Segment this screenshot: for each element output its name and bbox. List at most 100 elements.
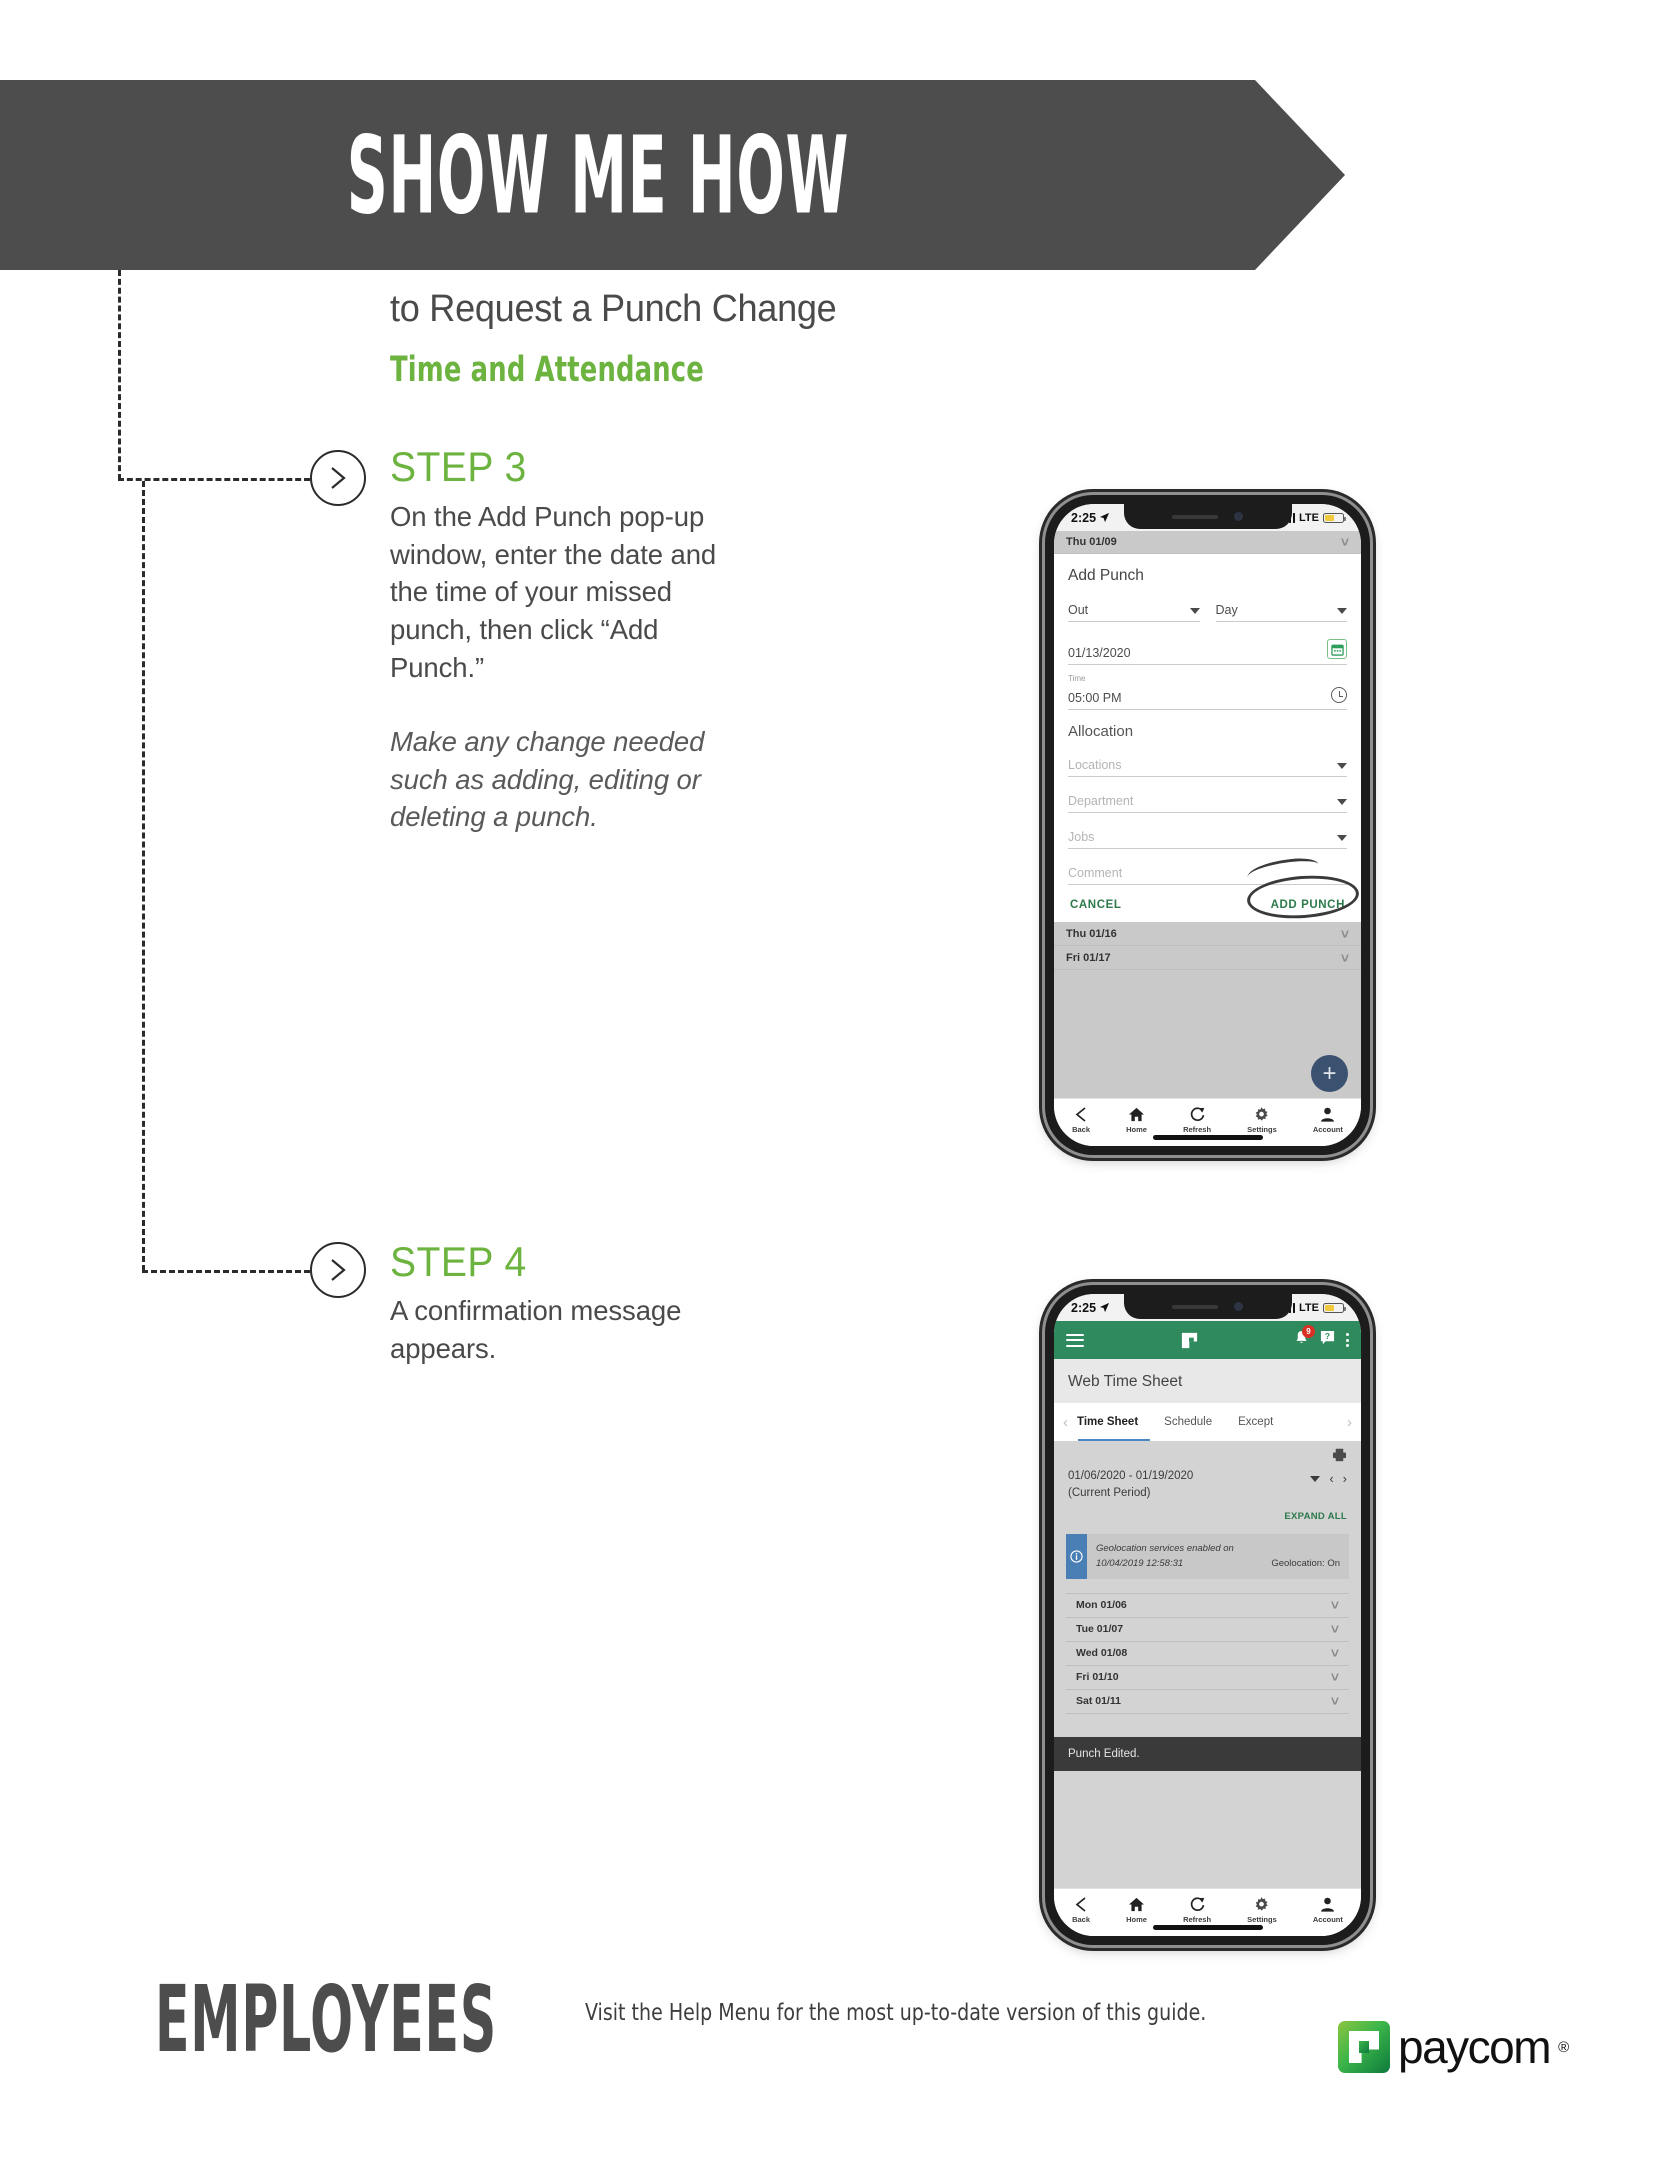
period-dropdown-icon[interactable] (1310, 1475, 1321, 1482)
chevron-left-icon (1075, 1106, 1086, 1122)
chevron-right-icon (331, 1259, 346, 1281)
day-row[interactable]: Fri 01/17 ˅ (1054, 946, 1361, 970)
tab-settings[interactable]: Settings (1247, 1896, 1277, 1924)
time-sheet-body: 01/06/2020 - 01/19/2020 (Current Period)… (1054, 1441, 1361, 1888)
phone-notch (1123, 504, 1292, 529)
allocation-section-title: Allocation (1068, 723, 1134, 740)
comment-placeholder: Comment (1068, 866, 1123, 880)
cancel-button[interactable]: CANCEL (1070, 899, 1122, 911)
tab-refresh[interactable]: Refresh (1183, 1106, 1211, 1134)
clock-icon[interactable] (1331, 687, 1347, 703)
chevron-down-icon: ˅ (1330, 1645, 1339, 1662)
paycom-logo: paycom ® (1338, 2020, 1569, 2074)
department-placeholder: Department (1068, 794, 1134, 808)
tab-back[interactable]: Back (1072, 1896, 1090, 1924)
time-value: 05:00 PM (1068, 691, 1122, 705)
front-camera-icon (1234, 1302, 1243, 1311)
tab-schedule[interactable]: Schedule (1164, 1416, 1212, 1428)
time-field-label: Time (1068, 674, 1086, 683)
day-row[interactable]: Wed 01/08 ˅ (1066, 1641, 1349, 1666)
audience-label: EMPLOYEES (155, 1965, 498, 2073)
period-prev-icon[interactable]: ‹ (1329, 1471, 1333, 1486)
hamburger-menu-icon[interactable] (1066, 1333, 1084, 1347)
add-punch-dialog: Add Punch Out Day 01/13/2020 Time 05:00 … (1054, 554, 1361, 922)
registered-trademark-symbol: ® (1558, 2038, 1570, 2056)
location-arrow-icon (1099, 512, 1110, 523)
locations-select[interactable]: Locations (1068, 754, 1347, 777)
front-camera-icon (1234, 512, 1243, 521)
day-label: Thu 01/16 (1066, 927, 1117, 940)
banner-title: SHOW ME HOW (346, 112, 849, 238)
page-title: Web Time Sheet (1068, 1373, 1183, 1390)
day-rows-list: Mon 01/06 ˅ Tue 01/07 ˅ Wed 01/08 ˅ Fri … (1066, 1592, 1349, 1714)
connector-line-vertical-middle (142, 481, 145, 1271)
earpiece-speaker (1172, 1304, 1218, 1309)
pay-period-note: (Current Period) (1068, 1486, 1151, 1499)
tab-exceptions[interactable]: Except (1238, 1416, 1273, 1428)
paycom-mark-icon (1338, 2021, 1390, 2073)
tab-settings[interactable]: Settings (1247, 1106, 1277, 1134)
confirmation-toast: Punch Edited. (1054, 1737, 1361, 1771)
date-field[interactable]: 01/13/2020 (1068, 635, 1347, 665)
chevron-down-icon (1337, 799, 1347, 805)
expand-all-button[interactable]: EXPAND ALL (1054, 1501, 1361, 1522)
connector-line-horizontal-step3 (118, 478, 310, 481)
jobs-select[interactable]: Jobs (1068, 826, 1347, 849)
calendar-icon (1330, 644, 1344, 656)
punch-type-value: Out (1068, 603, 1089, 617)
connector-line-vertical-top (118, 270, 121, 480)
tab-label: Home (1126, 1124, 1147, 1134)
earpiece-speaker (1172, 514, 1218, 519)
tab-back[interactable]: Back (1072, 1106, 1090, 1134)
tabs-next-icon[interactable]: › (1344, 1414, 1355, 1431)
punch-type-select[interactable]: Out (1068, 599, 1200, 622)
paycom-logo-icon (1180, 1331, 1199, 1350)
chevron-down-icon: ˅ (1340, 949, 1349, 966)
carrier-label: LTE (1299, 511, 1319, 524)
background-day-row[interactable]: Thu 01/09 ˅ (1054, 531, 1361, 554)
tab-home[interactable]: Home (1126, 1106, 1147, 1134)
battery-icon (1323, 1302, 1346, 1313)
person-icon (1321, 1897, 1335, 1912)
step-3-heading: STEP 3 (390, 443, 527, 490)
tab-time-sheet[interactable]: Time Sheet (1077, 1416, 1138, 1428)
tab-account[interactable]: Account (1313, 1896, 1343, 1924)
footer-note: Visit the Help Menu for the most up-to-d… (585, 2000, 1207, 2026)
overflow-menu-icon[interactable] (1346, 1333, 1349, 1347)
tabs-prev-icon[interactable]: ‹ (1060, 1414, 1071, 1431)
tab-label: Settings (1247, 1914, 1277, 1924)
add-punch-fab[interactable]: + (1311, 1055, 1348, 1092)
plus-icon: + (1322, 1059, 1337, 1087)
step-4-marker (310, 1242, 366, 1298)
period-next-icon[interactable]: › (1343, 1471, 1347, 1486)
day-row[interactable]: Tue 01/07 ˅ (1066, 1617, 1349, 1642)
app-bar: 9 ? (1054, 1321, 1361, 1359)
tab-account[interactable]: Account (1313, 1106, 1343, 1134)
step-4-body: A confirmation message appears. (390, 1295, 682, 1364)
day-row[interactable]: Mon 01/06 ˅ (1066, 1593, 1349, 1618)
tab-refresh[interactable]: Refresh (1183, 1896, 1211, 1924)
day-row[interactable]: Sat 01/11 ˅ (1066, 1689, 1349, 1714)
step-3-note: Make any change needed such as adding, e… (390, 726, 705, 833)
department-select[interactable]: Department (1068, 790, 1347, 813)
phone-mockup-add-punch: 2:25 LTE Thu 01/09 ˅ Add Punch Out Day 0… (1045, 495, 1370, 1155)
step-4-heading: STEP 4 (390, 1238, 527, 1285)
phone-notch (1123, 1294, 1292, 1319)
show-me-how-guide-page: SHOW ME HOW to Request a Punch Change Ti… (0, 0, 1680, 2174)
home-indicator (1152, 1925, 1263, 1930)
day-row[interactable]: Fri 01/10 ˅ (1066, 1665, 1349, 1690)
chevron-down-icon: ˅ (1340, 534, 1349, 550)
time-field[interactable]: Time 05:00 PM (1068, 674, 1347, 710)
section-tabs: ‹ Time Sheet Schedule Except › (1054, 1403, 1361, 1441)
help-button[interactable]: ? (1320, 1330, 1335, 1350)
shift-select[interactable]: Day (1215, 599, 1347, 622)
notifications-button[interactable]: 9 (1294, 1324, 1315, 1351)
status-time: 2:25 (1071, 1300, 1097, 1315)
day-label: Fri 01/10 (1076, 1671, 1119, 1684)
header-banner: SHOW ME HOW (0, 80, 1345, 270)
chevron-down-icon (1189, 608, 1200, 614)
print-icon[interactable] (1332, 1448, 1347, 1462)
calendar-picker-button[interactable] (1327, 639, 1347, 659)
day-row[interactable]: Thu 01/16 ˅ (1054, 922, 1361, 946)
tab-home[interactable]: Home (1126, 1896, 1147, 1924)
